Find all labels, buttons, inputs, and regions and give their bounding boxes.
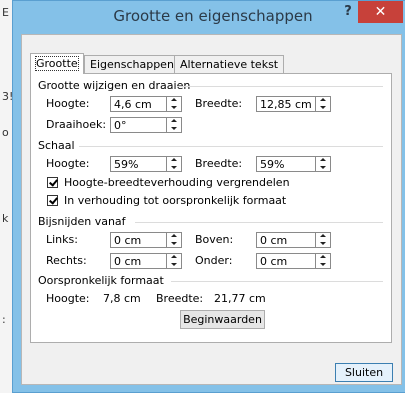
group-title-original: Oorspronkelijk formaat: [38, 274, 164, 287]
spin-down-icon[interactable]: [316, 261, 330, 268]
tab-panel-grootte: Grootte wijzigen en draaien Hoogte: Bree…: [30, 73, 392, 343]
spin-up-icon[interactable]: [167, 157, 181, 164]
group-title-scale: Schaal: [38, 139, 75, 152]
group-title-crop: Bijsnijden vanaf: [38, 215, 126, 228]
spin-button[interactable]: [315, 254, 330, 268]
dialog-window: Grootte en eigenschappen ? ✕ Grootte Eig…: [12, 0, 405, 393]
original-height-value: 7,8 cm: [103, 292, 141, 305]
crop-right-label: Rechts:: [46, 254, 87, 267]
doc-fragment: k: [2, 212, 9, 225]
resize-width-label: Breedte:: [195, 97, 243, 110]
original-width-label: Breedte:: [156, 292, 204, 305]
rotation-field[interactable]: [110, 117, 182, 133]
crop-left-input[interactable]: [111, 233, 167, 247]
lock-aspect-label[interactable]: Hoogte-breedteverhouding vergrendelen: [64, 176, 290, 189]
scale-width-label: Breedte:: [195, 157, 243, 170]
spin-up-icon[interactable]: [316, 97, 330, 104]
tab-grootte[interactable]: Grootte: [30, 53, 84, 74]
scale-height-input[interactable]: [111, 157, 167, 171]
resize-width-input[interactable]: [257, 97, 316, 111]
relative-size-label[interactable]: In verhouding tot oorspronkelijk formaat: [64, 194, 286, 207]
group-divider: [177, 86, 383, 87]
scale-height-field[interactable]: [110, 156, 182, 172]
spin-up-icon[interactable]: [167, 233, 181, 240]
spin-up-icon[interactable]: [316, 233, 330, 240]
group-divider: [135, 222, 383, 223]
scale-width-field[interactable]: [256, 156, 331, 172]
spin-down-icon[interactable]: [167, 240, 181, 247]
spin-button[interactable]: [166, 118, 181, 132]
spin-down-icon[interactable]: [167, 261, 181, 268]
tab-alternatieve-tekst[interactable]: Alternatieve tekst: [174, 55, 285, 73]
spin-down-icon[interactable]: [316, 104, 330, 111]
spin-button[interactable]: [166, 97, 181, 111]
spin-button[interactable]: [315, 233, 330, 247]
spin-button[interactable]: [315, 157, 330, 171]
resize-height-field[interactable]: [110, 96, 182, 112]
relative-size-checkbox[interactable]: [47, 195, 58, 206]
lock-aspect-checkbox[interactable]: [47, 177, 58, 188]
close-dialog-button[interactable]: Sluiten: [335, 363, 393, 382]
original-width-value: 21,77 cm: [214, 292, 266, 305]
spin-button[interactable]: [166, 157, 181, 171]
spin-button[interactable]: [166, 254, 181, 268]
crop-bottom-field[interactable]: [256, 253, 331, 269]
crop-left-field[interactable]: [110, 232, 182, 248]
spin-down-icon[interactable]: [167, 164, 181, 171]
crop-top-label: Boven:: [195, 233, 234, 246]
close-button[interactable]: ✕: [358, 1, 403, 23]
scale-height-label: Hoogte:: [46, 157, 90, 170]
spin-up-icon[interactable]: [167, 97, 181, 104]
rotation-label: Draaihoek:: [46, 118, 107, 131]
help-button[interactable]: ?: [338, 4, 358, 24]
crop-bottom-label: Onder:: [195, 254, 233, 267]
spin-down-icon[interactable]: [167, 125, 181, 132]
rotation-input[interactable]: [111, 118, 167, 132]
crop-right-field[interactable]: [110, 253, 182, 269]
group-divider: [79, 146, 383, 147]
spin-up-icon[interactable]: [316, 157, 330, 164]
spin-down-icon[interactable]: [167, 104, 181, 111]
resize-height-input[interactable]: [111, 97, 167, 111]
original-height-label: Hoogte:: [46, 292, 90, 305]
resize-height-label: Hoogte:: [46, 97, 90, 110]
spin-up-icon[interactable]: [167, 118, 181, 125]
reset-button[interactable]: Beginwaarden: [180, 310, 265, 329]
doc-fragment: o: [2, 126, 9, 139]
spin-up-icon[interactable]: [167, 254, 181, 261]
group-divider: [171, 281, 383, 282]
spin-down-icon[interactable]: [316, 164, 330, 171]
crop-top-input[interactable]: [257, 233, 316, 247]
dialog-client-area: Grootte Eigenschappen Alternatieve tekst…: [21, 34, 402, 385]
doc-fragment: E: [2, 6, 9, 19]
scale-width-input[interactable]: [257, 157, 316, 171]
spin-down-icon[interactable]: [316, 240, 330, 247]
spin-button[interactable]: [315, 97, 330, 111]
tab-eigenschappen[interactable]: Eigenschappen: [84, 55, 180, 73]
group-title-resize: Grootte wijzigen en draaien: [38, 79, 191, 92]
resize-width-field[interactable]: [256, 96, 331, 112]
crop-bottom-input[interactable]: [257, 254, 316, 268]
spin-up-icon[interactable]: [316, 254, 330, 261]
crop-right-input[interactable]: [111, 254, 167, 268]
crop-left-label: Links:: [46, 233, 78, 246]
spin-button[interactable]: [166, 233, 181, 247]
doc-fragment: :: [2, 313, 6, 326]
crop-top-field[interactable]: [256, 232, 331, 248]
title-bar[interactable]: Grootte en eigenschappen ? ✕: [13, 1, 405, 34]
